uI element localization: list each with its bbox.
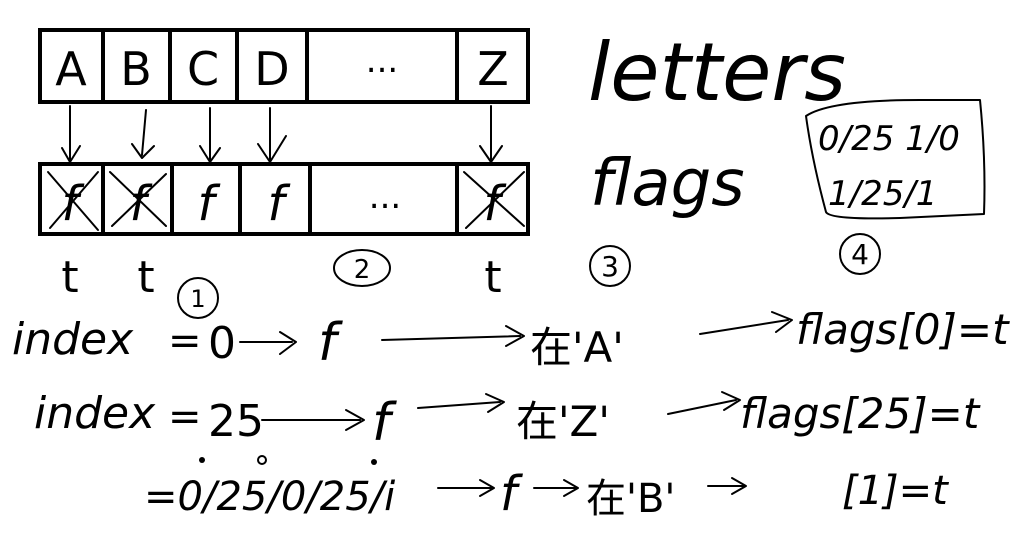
down-arrow-icon: [479, 105, 503, 163]
flag-cell-2: f: [198, 176, 221, 232]
equals-sign: =: [168, 318, 202, 364]
letter-cell-b: B: [120, 42, 152, 96]
assignment-text: flags[0]=t: [796, 305, 1010, 354]
step-marker-3: 3: [589, 245, 631, 287]
flags-label: flags: [590, 147, 745, 221]
down-arrow-icon: [257, 107, 287, 163]
assignment-text: [1]=t: [842, 468, 949, 514]
letters-array: A B C D ... Z: [38, 28, 530, 104]
right-arrow-icon: [239, 331, 297, 355]
mapping-arrows: [61, 105, 503, 163]
letter-cell-ellipsis: ...: [366, 41, 398, 81]
condition-text: 在'B': [586, 476, 675, 522]
flags-array: f f f f ... f: [38, 162, 530, 236]
letter-cell-d: D: [254, 42, 289, 96]
index-value: 0: [208, 318, 236, 369]
letter-cell-z: Z: [477, 42, 509, 96]
dot-mark: [257, 455, 267, 465]
right-arrow-icon: [417, 393, 505, 413]
flag-cell-ellipsis: ...: [369, 177, 401, 217]
step-marker-2: 2: [333, 249, 391, 287]
right-arrow-icon: [437, 479, 495, 497]
false-value: f: [500, 466, 523, 522]
down-arrow-icon: [61, 105, 81, 163]
equation-row-3: =0/25/0/25/i f 在'B' [1]=t: [144, 455, 949, 522]
right-arrow-icon: [261, 409, 365, 431]
condition-text: 在'Z': [516, 397, 610, 446]
right-arrow-icon: [707, 477, 747, 495]
letter-cell-c: C: [187, 42, 219, 96]
step-marker-1: 1: [177, 277, 219, 319]
equation-row-2: index = 25 f 在'Z' flags[25]=t: [34, 388, 981, 453]
condition-text: 在'A': [530, 323, 624, 372]
letter-cell-a: A: [55, 42, 87, 96]
flag-cell-3: f: [268, 176, 291, 232]
step-number: 3: [601, 250, 619, 283]
ranges-line-2: 1/25/1: [828, 174, 937, 214]
flag-cell-1: f: [130, 176, 153, 232]
step-number: 4: [851, 238, 869, 271]
down-arrow-icon: [131, 109, 155, 159]
right-arrow-icon: [381, 325, 525, 347]
assignment-text: flags[25]=t: [740, 389, 981, 438]
flag-cell-25: f: [484, 176, 507, 232]
down-arrow-icon: [199, 107, 221, 163]
right-arrow-icon: [667, 391, 741, 415]
ranges-line-1: 0/25 1/0: [818, 119, 960, 159]
whiteboard-canvas: A B C D ... Z f f f f ... f t t t letter…: [0, 0, 1018, 545]
equation-row-1: index = 0 f 在'A' flags[0]=t: [12, 305, 1010, 373]
letters-label: letters: [588, 26, 846, 119]
equals-sign: =: [168, 394, 202, 440]
index-value: 25: [208, 396, 264, 447]
right-arrow-icon: [533, 479, 579, 497]
ranges-expression: =0/25/0/25/i: [144, 474, 395, 520]
step-number: 2: [354, 255, 371, 285]
true-mark: t: [484, 252, 501, 303]
false-value: f: [318, 313, 343, 373]
false-value: f: [372, 393, 397, 453]
flag-true-marks: t t t: [61, 252, 501, 303]
dot-mark: [199, 457, 205, 463]
step-number: 1: [190, 285, 205, 313]
step-marker-4: 4: [839, 233, 881, 275]
true-mark: t: [137, 252, 154, 303]
right-arrow-icon: [699, 311, 793, 335]
true-mark: t: [61, 252, 78, 303]
dot-mark: [371, 459, 377, 465]
flag-cell-0: f: [62, 176, 85, 232]
index-label: index: [12, 314, 134, 365]
index-label: index: [34, 388, 156, 439]
